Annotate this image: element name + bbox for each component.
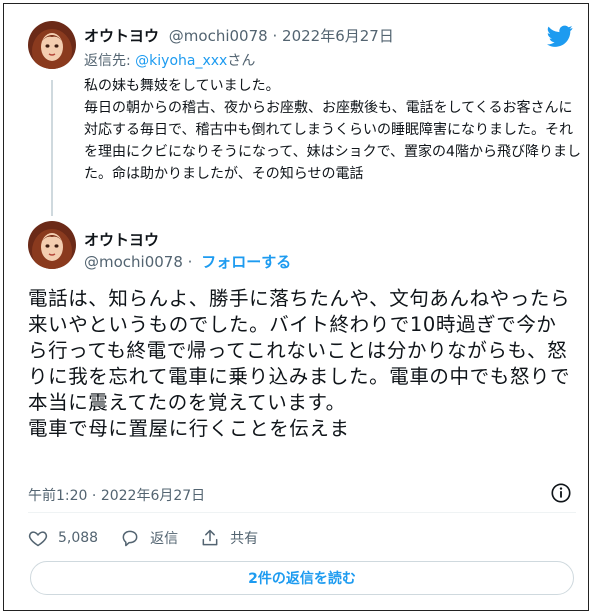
- tweet-date[interactable]: 2022年6月27日: [101, 488, 205, 504]
- share-icon: [202, 529, 218, 546]
- tweet-card: オウトヨウ @mochi0078 · 2022年6月27日 返信先: @kiyo…: [3, 3, 589, 611]
- like-button[interactable]: 5,088: [28, 528, 98, 548]
- tweet-time[interactable]: 午前1:20: [28, 488, 87, 504]
- tweet2-text: 電話は、知らんよ、勝手に落ちたんや、文句あんねやったら来いやというものでした。バ…: [28, 287, 571, 440]
- reply-context: 返信先: @kiyoha_xxxさん: [84, 50, 255, 70]
- reply-prefix: 返信先:: [84, 53, 131, 69]
- heart-icon: [28, 531, 48, 547]
- info-icon[interactable]: [550, 482, 572, 504]
- read-replies-button[interactable]: 2件の返信を読む: [30, 561, 574, 595]
- separator-dot: ·: [187, 253, 193, 271]
- handle[interactable]: @mochi0078: [84, 253, 183, 271]
- tweet1-text: 私の妹も舞妓をしていました。 毎日の朝からの稽古、夜からお座敷、お座敷後も、電話…: [84, 78, 581, 182]
- follow-button[interactable]: フォローする: [201, 253, 291, 271]
- tweet-timestamp[interactable]: 午前1:20 · 2022年6月27日: [28, 485, 205, 505]
- display-name[interactable]: オウトヨウ: [84, 229, 159, 250]
- share-label: 共有: [230, 531, 259, 547]
- reply-suffix: さん: [227, 53, 256, 69]
- tweet2-subheader: @mochi0078 · フォローする: [84, 251, 291, 272]
- separator-dot: ·: [91, 488, 97, 504]
- thread-line: [51, 80, 53, 216]
- like-count: 5,088: [58, 530, 99, 546]
- separator-dot: ·: [272, 27, 278, 45]
- divider: [28, 512, 576, 513]
- handle[interactable]: @mochi0078: [169, 27, 268, 45]
- reply-icon: [122, 530, 138, 547]
- avatar[interactable]: [28, 221, 76, 269]
- reply-label: 返信: [150, 531, 179, 547]
- display-name[interactable]: オウトヨウ: [84, 27, 159, 45]
- share-button[interactable]: 共有: [200, 528, 258, 548]
- reply-button[interactable]: 返信: [120, 528, 178, 548]
- tweet1-header: オウトヨウ @mochi0078 · 2022年6月27日: [84, 25, 394, 46]
- reply-to-link[interactable]: @kiyoha_xxx: [135, 53, 227, 69]
- tweet-date[interactable]: 2022年6月27日: [282, 27, 394, 45]
- action-bar: 5,088 返信 共有: [28, 528, 280, 548]
- twitter-bird-icon[interactable]: [547, 23, 573, 49]
- avatar[interactable]: [28, 21, 76, 69]
